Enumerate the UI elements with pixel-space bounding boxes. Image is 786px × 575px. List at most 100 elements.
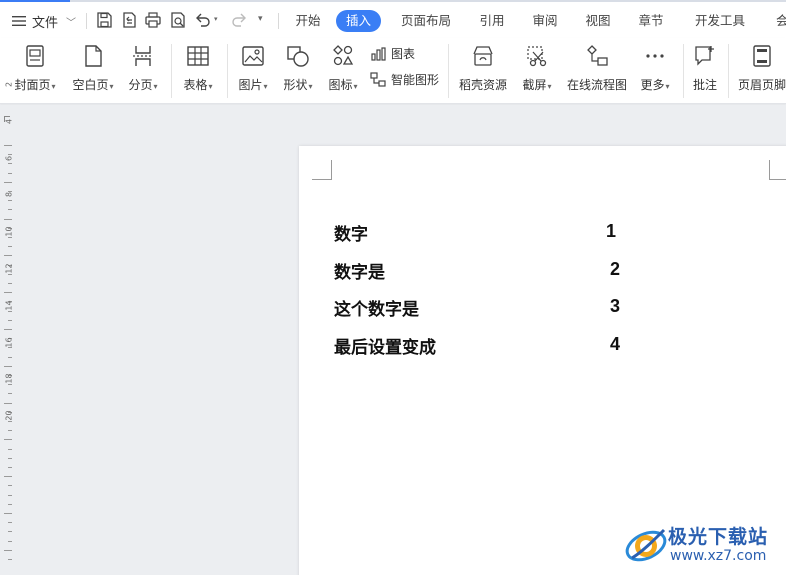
ruler-tick bbox=[4, 402, 12, 404]
chart-button[interactable]: 图表 bbox=[370, 45, 415, 62]
ruler-tick bbox=[4, 145, 12, 146]
tab-developer[interactable]: 开发工具 bbox=[695, 10, 745, 32]
ruler-tick bbox=[4, 549, 12, 551]
chart-label: 图表 bbox=[391, 47, 416, 61]
docer-resources-button[interactable]: 稻壳资源 bbox=[456, 42, 510, 93]
screenshot-button[interactable]: 截屏▾ bbox=[518, 42, 556, 93]
print-preview-icon[interactable] bbox=[169, 11, 187, 29]
print-icon[interactable] bbox=[144, 11, 162, 29]
icon-label: 图标 bbox=[328, 78, 353, 92]
flowchart-icon bbox=[585, 44, 609, 68]
tab-chapter[interactable]: 章节 bbox=[638, 10, 664, 32]
margin-corner-top-left bbox=[312, 160, 332, 180]
more-button[interactable]: 更多▾ bbox=[636, 42, 674, 93]
redo-icon[interactable] bbox=[230, 11, 248, 29]
document-line-label[interactable]: 最后设置变成 bbox=[334, 333, 436, 358]
tab-page-layout[interactable]: 页面布局 bbox=[401, 10, 451, 32]
ruler-tick bbox=[8, 540, 12, 542]
blank-page-button[interactable]: 空白页▾ bbox=[68, 42, 118, 93]
page-break-label: 分页 bbox=[128, 78, 153, 92]
picture-button[interactable]: 图片▾ bbox=[234, 42, 272, 93]
docer-resources-label: 稻壳资源 bbox=[458, 78, 507, 92]
ruler-tick bbox=[8, 503, 12, 505]
shape-icon bbox=[286, 44, 310, 68]
cover-page-button[interactable]: 封面页▾ bbox=[10, 42, 60, 93]
icon-button[interactable]: 图标▾ bbox=[324, 42, 362, 93]
hamburger-icon bbox=[12, 16, 26, 26]
online-flowchart-label: 在线流程图 bbox=[566, 78, 627, 92]
document-page[interactable] bbox=[299, 146, 786, 575]
document-line-label[interactable]: 这个数字是 bbox=[334, 295, 419, 320]
header-footer-icon bbox=[750, 44, 774, 68]
scissors-icon bbox=[525, 44, 549, 68]
ruler-tick bbox=[4, 292, 12, 294]
ruler-tick bbox=[8, 485, 12, 487]
ruler-tick bbox=[8, 319, 12, 321]
shape-button[interactable]: 形状▾ bbox=[279, 42, 317, 93]
tab-member[interactable]: 会 bbox=[776, 10, 786, 32]
chevron-down-icon: ﹀ bbox=[66, 17, 77, 29]
file-menu-button[interactable]: 文件 ﹀ bbox=[12, 10, 76, 32]
document-line-number[interactable]: 2 bbox=[610, 259, 620, 280]
tab-references[interactable]: 引用 bbox=[479, 10, 505, 32]
ruler-tick bbox=[8, 559, 12, 560]
export-pdf-icon[interactable] bbox=[120, 11, 138, 29]
tab-view[interactable]: 视图 bbox=[585, 10, 611, 32]
smart-shape-icon bbox=[370, 71, 386, 87]
ruler-tick bbox=[4, 439, 12, 441]
table-button[interactable]: 表格▾ bbox=[178, 42, 218, 93]
tab-home[interactable]: 开始 bbox=[295, 10, 321, 32]
ruler-tick bbox=[4, 255, 12, 257]
ruler-tick bbox=[4, 181, 12, 183]
ruler-number: 18 bbox=[4, 373, 14, 384]
vertical-ruler[interactable]: 2 4 6 8 10 12 14 16 18 20 bbox=[0, 82, 18, 575]
document-line-number[interactable]: 3 bbox=[610, 296, 620, 317]
header-footer-button[interactable]: 页眉页脚 bbox=[734, 42, 786, 93]
ruler-number: 10 bbox=[4, 226, 14, 237]
more-label: 更多 bbox=[640, 78, 665, 92]
ribbon-toolbar: 封面页▾ 空白页▾ 分页▾ 表格▾ 图片▾ 形状▾ 图标▾ 图表 智能图形 稻壳… bbox=[0, 38, 786, 104]
menu-bar: 文件 ﹀ ▾ ▾ 开始 插入 页面布局 引用 审阅 视图 章节 开发工具 会 bbox=[0, 2, 786, 38]
undo-dropdown-icon[interactable]: ▾ bbox=[214, 15, 218, 23]
ruler-tick bbox=[4, 218, 12, 220]
page-break-icon bbox=[131, 44, 155, 68]
page-break-button[interactable]: 分页▾ bbox=[124, 42, 162, 93]
blank-page-icon bbox=[81, 44, 105, 68]
ruler-tick bbox=[4, 513, 12, 514]
file-menu-label: 文件 bbox=[32, 15, 59, 31]
document-line-number[interactable]: 4 bbox=[610, 334, 620, 355]
smart-shape-label: 智能图形 bbox=[391, 73, 440, 87]
watermark-title: 极光下载站 bbox=[668, 526, 769, 548]
docer-resources-icon bbox=[471, 44, 495, 68]
save-icon[interactable] bbox=[95, 11, 113, 29]
ruler-number: 8 bbox=[4, 192, 14, 198]
table-icon bbox=[186, 44, 210, 68]
shape-label: 形状 bbox=[283, 78, 308, 92]
smart-shape-button[interactable]: 智能图形 bbox=[370, 71, 439, 88]
document-line-label[interactable]: 数字 bbox=[334, 220, 368, 245]
quick-access-more-icon[interactable]: ▾ bbox=[258, 14, 263, 24]
watermark: 极光下载站 www.xz7.com bbox=[624, 520, 784, 570]
more-dots-icon bbox=[643, 44, 667, 68]
header-footer-label: 页眉页脚 bbox=[738, 78, 786, 92]
table-label: 表格 bbox=[183, 78, 208, 92]
ruler-tick bbox=[8, 522, 12, 524]
ruler-tick bbox=[8, 457, 12, 459]
document-line-label[interactable]: 数字是 bbox=[334, 258, 385, 283]
tab-review[interactable]: 审阅 bbox=[532, 10, 558, 32]
cover-page-label: 封面页 bbox=[14, 78, 51, 92]
margin-corner-top-right bbox=[769, 160, 786, 180]
comment-button[interactable]: 批注 bbox=[688, 42, 722, 93]
tab-insert[interactable]: 插入 bbox=[336, 10, 382, 32]
ruler-number: 12 bbox=[4, 263, 14, 274]
online-flowchart-button[interactable]: 在线流程图 bbox=[566, 42, 628, 93]
blank-page-label: 空白页 bbox=[72, 78, 109, 92]
ruler-tick bbox=[4, 329, 12, 330]
undo-icon[interactable] bbox=[194, 11, 212, 29]
ruler-tick bbox=[8, 494, 12, 496]
screenshot-label: 截屏 bbox=[522, 78, 547, 92]
ruler-tick bbox=[8, 531, 12, 533]
document-line-number[interactable]: 1 bbox=[606, 221, 616, 242]
ruler-number: 2 bbox=[4, 81, 14, 88]
picture-icon bbox=[241, 44, 265, 68]
